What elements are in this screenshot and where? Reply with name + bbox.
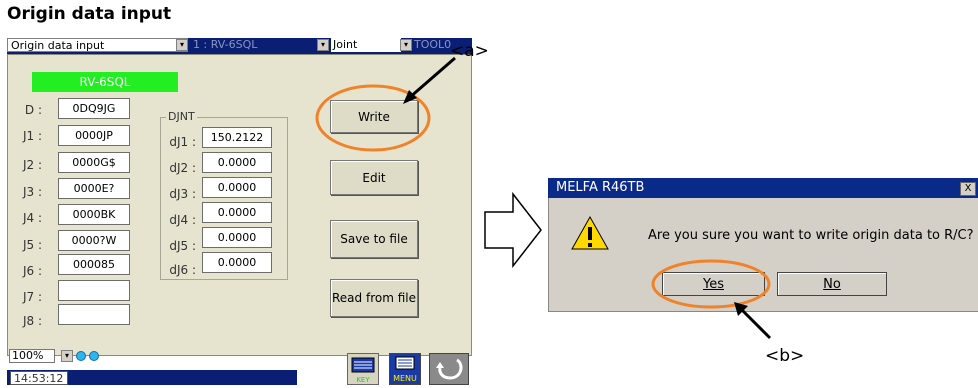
clock-display: 14:53:12 xyxy=(10,371,68,385)
annotation-arrow-b xyxy=(734,302,772,340)
j8-label: J8 : xyxy=(22,314,42,328)
menu-icon-label: MENU xyxy=(393,374,417,383)
dj1-field[interactable]: 150.2122 xyxy=(202,127,272,148)
j6-field[interactable]: 000085 xyxy=(58,254,130,275)
page-caption: Origin data input xyxy=(7,4,172,24)
robot-name-badge: RV-6SQL xyxy=(32,72,178,92)
mode-dropdown-icon[interactable]: ▾ xyxy=(176,39,188,51)
save-to-file-button[interactable]: Save to file xyxy=(330,220,418,258)
dj4-field[interactable]: 0.0000 xyxy=(202,202,272,223)
j1-field[interactable]: 0000JP xyxy=(58,125,130,146)
read-from-file-button[interactable]: Read from file xyxy=(330,279,418,317)
zoom-dropdown-icon[interactable]: ▾ xyxy=(61,350,73,362)
j3-field[interactable]: 0000E? xyxy=(58,178,130,199)
j4-label: J4 : xyxy=(22,211,42,225)
dj5-label: dJ5 : xyxy=(169,239,196,253)
keyboard-icon[interactable]: KEY xyxy=(347,353,379,385)
dj3-field[interactable]: 0.0000 xyxy=(202,177,272,198)
transition-arrow-icon xyxy=(484,192,542,269)
robot-select[interactable]: 1 : RV-6SQL xyxy=(193,38,257,52)
j2-field[interactable]: 0000G$ xyxy=(58,152,130,173)
warning-icon xyxy=(571,215,609,250)
no-button[interactable]: No xyxy=(777,272,887,296)
key-icon-label: KEY xyxy=(356,376,370,384)
d-field[interactable]: 0DQ9JG xyxy=(58,98,130,119)
zoom-select[interactable]: 100% xyxy=(9,349,55,363)
edit-button[interactable]: Edit xyxy=(330,160,418,195)
j3-label: J3 : xyxy=(22,185,42,199)
d-label: D : xyxy=(24,103,42,117)
mode-select[interactable]: Origin data input xyxy=(7,38,188,52)
j1-label: J1 : xyxy=(22,129,42,143)
back-icon[interactable] xyxy=(429,353,469,385)
j8-field[interactable] xyxy=(58,304,130,325)
no-button-label: No xyxy=(823,276,841,292)
j6-label: J6 : xyxy=(22,264,42,278)
djnt-title: DJNT xyxy=(166,110,197,123)
dj6-label: dJ6 : xyxy=(169,263,196,277)
dialog-message: Are you sure you want to write origin da… xyxy=(648,228,974,243)
jog-mode-select[interactable]: Joint xyxy=(331,38,401,52)
dj6-field[interactable]: 0.0000 xyxy=(202,252,272,273)
j7-field[interactable] xyxy=(58,280,130,301)
status-lamp-icon xyxy=(89,351,99,361)
status-lamp-icon xyxy=(76,351,86,361)
annotation-label-b: <b> xyxy=(765,346,805,366)
dj4-label: dJ4 : xyxy=(169,213,196,227)
annotation-label-a: <a> xyxy=(450,41,489,61)
dialog-title: MELFA R46TB xyxy=(548,178,978,198)
dj2-label: dJ2 : xyxy=(169,161,196,175)
j5-label: J5 : xyxy=(22,238,42,252)
j5-field[interactable]: 0000?W xyxy=(58,230,130,251)
j4-field[interactable]: 0000BK xyxy=(58,204,130,225)
dialog-close-button[interactable]: X xyxy=(960,182,976,196)
dj2-field[interactable]: 0.0000 xyxy=(202,152,272,173)
menu-icon[interactable]: MENU xyxy=(389,353,421,385)
j2-label: J2 : xyxy=(22,158,42,172)
dj5-field[interactable]: 0.0000 xyxy=(202,227,272,248)
dj1-label: dJ1 : xyxy=(169,135,196,149)
robot-dropdown-icon[interactable]: ▾ xyxy=(317,39,329,51)
dj3-label: dJ3 : xyxy=(169,187,196,201)
j7-label: J7 : xyxy=(22,290,42,304)
